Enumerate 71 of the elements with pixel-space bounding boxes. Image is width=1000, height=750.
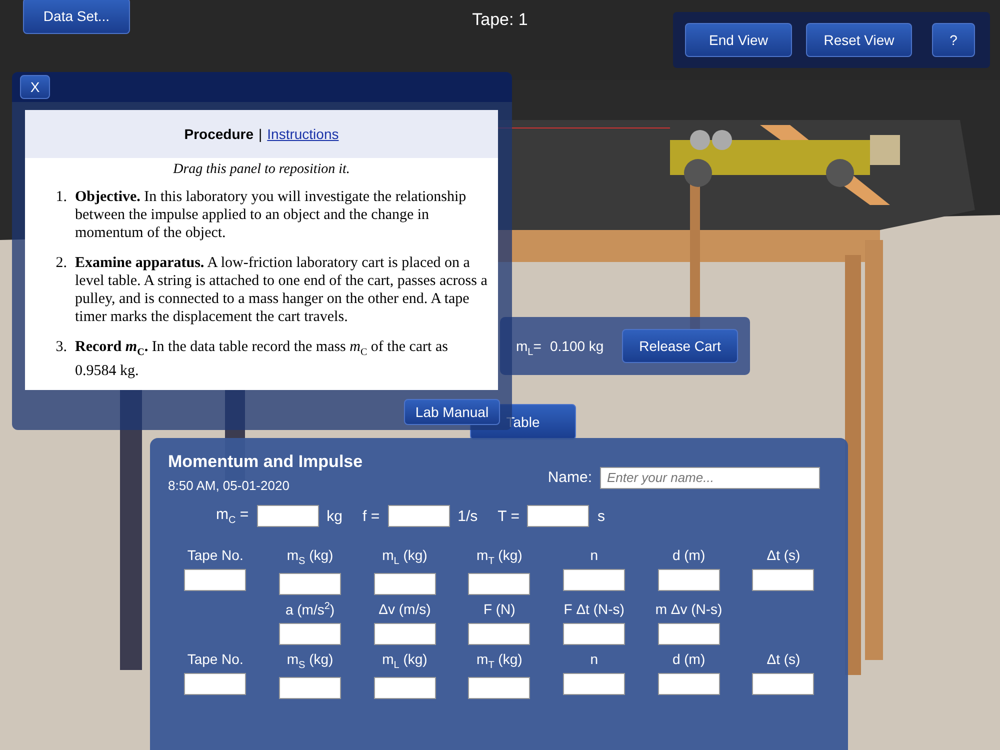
column-header: Δv (m/s)	[378, 600, 431, 617]
column-header: Δt (s)	[766, 651, 800, 668]
column-header: m$_{S}$ (kg)	[286, 651, 334, 672]
column-header: Tape No.	[187, 547, 244, 563]
close-button[interactable]: X	[20, 75, 50, 99]
data-input-field[interactable]	[468, 677, 530, 700]
unit-label: kg	[326, 508, 343, 524]
data-input-field[interactable]	[658, 673, 720, 696]
unit-label: 1/s	[458, 508, 478, 524]
data-input-field[interactable]	[468, 622, 530, 645]
tape-label: Tape: 1	[471, 10, 529, 30]
view-button[interactable]: Reset View	[806, 23, 912, 57]
view-button[interactable]: ?	[932, 23, 975, 57]
column-header: a (m/s$^{2}$)	[285, 600, 335, 618]
constant-input-field[interactable]	[527, 505, 590, 527]
data-set-button[interactable]: Data Set...	[23, 0, 130, 34]
step-number: 1.	[54, 188, 67, 207]
step-text: Objective. In this laboratory you will investigate the relationship between the impulse applied to an object and the change in momentum of the object.	[75, 188, 468, 242]
data-input-field[interactable]	[563, 569, 626, 591]
step-number: 3.	[54, 338, 67, 357]
column-header: m$_{L}$ (kg)	[382, 547, 428, 567]
data-input-field[interactable]	[279, 623, 342, 646]
name-input-field[interactable]: Enter your name...	[600, 466, 820, 488]
data-input-field[interactable]	[279, 572, 342, 595]
data-input-field[interactable]	[563, 622, 626, 645]
release-cart-button[interactable]: Release Cart	[622, 329, 738, 363]
column-header: d (m)	[672, 547, 706, 563]
hanger-mass-value: 0.100 kg	[550, 338, 604, 354]
data-input-field[interactable]	[658, 569, 720, 591]
column-header: m$_{S}$ (kg)	[286, 547, 334, 567]
step-text: Record m$_{C}$. In the data table record the mass m$_{C}$ of the cart as 0.9584 kg.	[75, 338, 449, 380]
column-header: d (m)	[672, 651, 706, 668]
data-input-field[interactable]	[184, 673, 246, 696]
panel-title: Momentum and Impulse	[168, 452, 363, 472]
view-button[interactable]: End View	[685, 23, 792, 57]
column-header: Δt (s)	[766, 547, 800, 563]
data-input-field[interactable]	[468, 572, 530, 595]
step-text: Examine apparatus. A low-friction laboratory cart is placed on a level table. A string is attached to one end of the cart, passes across a pulley, and is connected to a mass hanger on the other end. A tape timer marks the displacement the cart travels.	[75, 254, 488, 326]
column-header: m$_{T}$ (kg)	[476, 651, 522, 672]
column-header: F Δt (N-s)	[564, 600, 624, 617]
unit-label: s	[597, 508, 605, 524]
hanger-mass-label: m$_{L}$=	[516, 338, 542, 358]
drag-hint: Drag this panel to reposition it.	[172, 162, 351, 178]
data-input-field[interactable]	[752, 673, 814, 696]
constant-label: m$_{C}$ =	[216, 506, 249, 526]
column-header: n	[590, 547, 598, 563]
constant-input-field[interactable]	[256, 505, 319, 527]
lab-manual-button[interactable]: Lab Manual	[404, 399, 500, 425]
data-input-field[interactable]	[563, 673, 626, 696]
name-label: Name:	[548, 469, 592, 486]
data-input-field[interactable]	[374, 622, 436, 645]
step-number: 2.	[54, 254, 67, 273]
column-header: F (N)	[483, 600, 516, 617]
data-input-field[interactable]	[279, 677, 342, 700]
data-input-field[interactable]	[184, 569, 246, 591]
header-separator: |	[258, 126, 262, 142]
constant-label: T =	[498, 508, 520, 524]
column-header: m$_{T}$ (kg)	[476, 547, 522, 567]
column-header: Tape No.	[187, 651, 244, 668]
column-header: n	[590, 651, 598, 668]
timestamp: 8:50 AM, 05-01-2020	[168, 478, 290, 493]
column-header: m Δv (N-s)	[655, 600, 722, 617]
data-input-field[interactable]	[374, 572, 436, 595]
column-header: m$_{L}$ (kg)	[382, 651, 428, 672]
procedure-title: Procedure	[184, 126, 254, 142]
constant-label: f =	[362, 508, 380, 524]
data-input-field[interactable]	[374, 677, 436, 700]
data-input-field[interactable]	[752, 569, 814, 591]
data-input-field[interactable]	[658, 622, 720, 645]
instructions-link[interactable]: Instructions	[267, 126, 339, 142]
constant-input-field[interactable]	[388, 505, 450, 527]
